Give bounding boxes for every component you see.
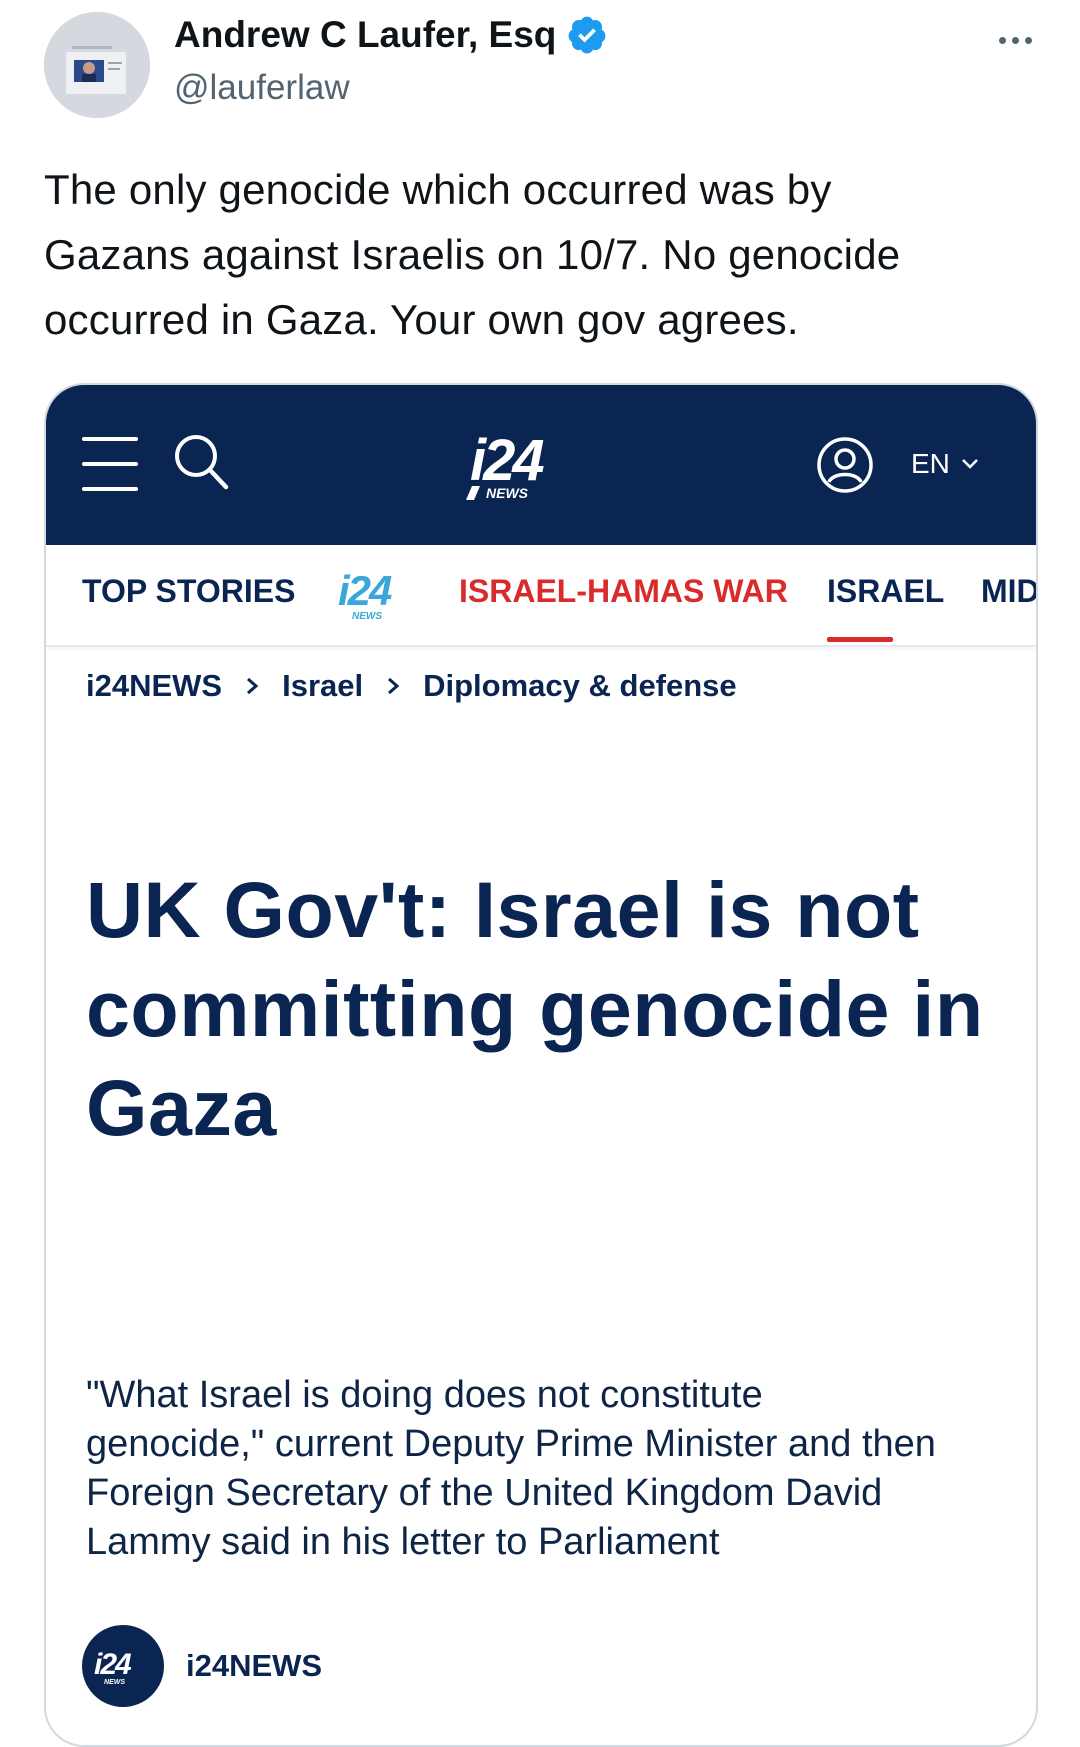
article-source[interactable]: i24 NEWS i24NEWS	[82, 1625, 322, 1707]
lede-line: genocide," current Deputy Prime Minister…	[86, 1423, 936, 1465]
author-name[interactable]: Andrew C Laufer, Esq	[174, 14, 556, 56]
search-icon[interactable]	[171, 431, 231, 493]
breadcrumb-item[interactable]: i24NEWS	[86, 668, 222, 704]
i24-logo[interactable]: i24 NEWS	[464, 428, 604, 505]
lede-line: Foreign Secretary of the United Kingdom …	[86, 1472, 883, 1514]
source-logo-icon: i24 NEWS	[82, 1625, 164, 1707]
breadcrumb-item[interactable]: Diplomacy & defense	[423, 668, 737, 704]
headline-line: UK Gov't: Israel is not	[86, 865, 920, 954]
tweet-text-line: Gazans against Israelis on 10/7. No geno…	[44, 231, 901, 278]
author-handle[interactable]: @lauferlaw	[174, 68, 350, 108]
menu-icon[interactable]	[82, 437, 140, 495]
nav-mid[interactable]: MID	[981, 573, 1036, 610]
embedded-image-card[interactable]: i24 NEWS EN TOP STORIES i24 NEWS ISRAEL-…	[44, 383, 1038, 1747]
chevron-right-icon	[247, 677, 259, 695]
avatar[interactable]	[44, 12, 150, 118]
svg-text:i24: i24	[94, 1648, 132, 1681]
chevron-right-icon	[388, 677, 400, 695]
tweet-text: The only genocide which occurred was by …	[44, 157, 1034, 352]
nav-israel-hamas-war[interactable]: ISRAEL-HAMAS WAR	[459, 573, 788, 610]
source-name: i24NEWS	[186, 1648, 323, 1683]
nav-top-stories[interactable]: TOP STORIES	[82, 573, 295, 610]
breadcrumb-item[interactable]: Israel	[282, 668, 363, 704]
article-headline[interactable]: UK Gov't: Israel is not committing genoc…	[86, 860, 1006, 1157]
nav-i24-logo[interactable]: i24 NEWS	[336, 567, 431, 622]
lede-line: "What Israel is doing does not constitut…	[86, 1374, 763, 1416]
chevron-down-icon	[962, 459, 978, 469]
nav-israel[interactable]: ISRAEL	[827, 573, 944, 610]
avatar-image	[44, 12, 150, 118]
svg-text:NEWS: NEWS	[104, 1679, 125, 1686]
svg-text:i24: i24	[338, 567, 392, 614]
section-nav: TOP STORIES i24 NEWS ISRAEL-HAMAS WAR IS…	[46, 545, 1036, 647]
headline-line: Gaza	[86, 1063, 277, 1152]
logo-sub: NEWS	[486, 485, 529, 501]
site-header: i24 NEWS EN	[46, 385, 1036, 545]
tweet-text-line: The only genocide which occurred was by	[44, 166, 832, 213]
headline-line: committing genocide in	[86, 964, 984, 1053]
logo-text: i24	[470, 430, 544, 493]
nav-active-underline	[827, 637, 893, 642]
more-options-icon[interactable]	[985, 20, 1045, 60]
language-select[interactable]: EN	[911, 448, 980, 480]
lede-line: Lammy said in his letter to Parliament	[86, 1521, 720, 1563]
author-name-row[interactable]: Andrew C Laufer, Esq	[174, 14, 608, 56]
article-lede: "What Israel is doing does not constitut…	[86, 1371, 986, 1567]
user-icon[interactable]	[815, 435, 875, 495]
svg-text:NEWS: NEWS	[352, 611, 382, 622]
tweet-text-line: occurred in Gaza. Your own gov agrees.	[44, 296, 799, 343]
verified-badge-icon	[569, 16, 606, 54]
language-label: EN	[911, 448, 950, 479]
breadcrumb: i24NEWS Israel Diplomacy & defense	[86, 668, 737, 704]
